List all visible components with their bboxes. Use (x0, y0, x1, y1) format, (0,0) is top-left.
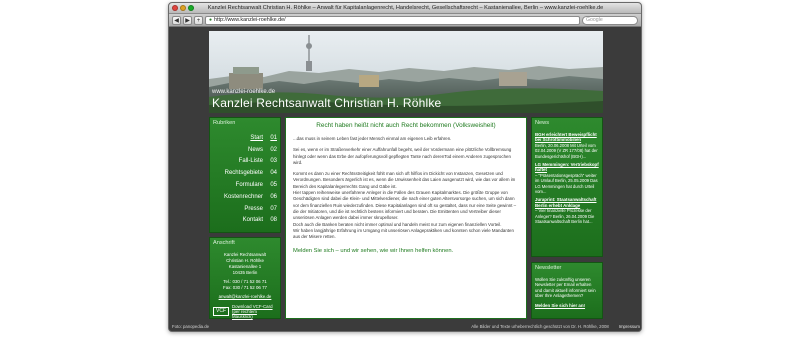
browser-window: Kanzlei Rechtsanwalt Christian H. Röhlke… (168, 2, 642, 332)
banner-site-url: www.kanzlei-roehlke.de (212, 89, 276, 95)
nav-item-news[interactable]: News 02 (213, 144, 277, 156)
news-item-title[interactable]: Juraprint: Staatsanwaltschaft Berlin erh… (535, 197, 599, 208)
nav-number: 01 (270, 134, 277, 141)
newsletter-heading: Newsletter (535, 265, 562, 271)
news-item-text: – Vier finanzielle Prozesse der Anleger?… (535, 208, 595, 225)
copyright-text: Alle Bilder und Texte urheberrechtlich g… (471, 324, 609, 329)
window-controls (172, 5, 194, 11)
nav-number: 08 (270, 217, 277, 224)
news-item-title[interactable]: LG Memmingen: Vertriebskopf haftet (535, 162, 599, 173)
minimize-window-icon[interactable] (180, 5, 186, 11)
window-title: Kanzlei Rechtsanwalt Christian H. Röhlke… (207, 5, 604, 11)
nav-heading: Rubriken (213, 120, 236, 126)
news-item-text: Berlin, 20.06.2008 Mit Urteil vom 02.04.… (535, 142, 598, 159)
search-placeholder: Google (586, 17, 603, 23)
nav-label: Presse (244, 205, 263, 212)
site-title: Kanzlei Rechtsanwalt Christian H. Röhlke (212, 96, 442, 110)
title-bar: Kanzlei Rechtsanwalt Christian H. Röhlke… (169, 3, 641, 14)
nav-label: Fall-Liste (238, 158, 263, 165)
content-paragraph: Wir haben langjährige Erfahrung im Umgan… (293, 227, 514, 240)
nav-label: Kostenrechner (223, 193, 263, 200)
call-to-action-text: Melden Sie sich – und wir sehen, wie wir… (293, 248, 454, 255)
search-input[interactable]: Google (582, 15, 638, 25)
impressum-link[interactable]: Impressum (619, 324, 640, 329)
content-paragraph: Doch auch die Banken beraten nicht immer… (293, 221, 502, 227)
nav-item-kontakt[interactable]: Kontakt 08 (213, 215, 277, 227)
news-heading: News (535, 120, 549, 126)
news-item-text: – "Präsentationsgespräch" weiter im Umla… (535, 172, 598, 195)
page-viewport: www.kanzlei-roehlke.de Kanzlei Rechtsanw… (169, 27, 641, 331)
newsletter-signup-link[interactable]: Melden Sie sich hier an! (535, 303, 599, 308)
email-link[interactable]: anwalt@kanzlei-roehlke.de (213, 294, 277, 300)
browser-toolbar: ◀ ▶ + ● http://www.kanzlei-roehlke.de/ G… (169, 14, 641, 27)
nav-item-formulare[interactable]: Formulare 05 (213, 179, 277, 191)
forward-button[interactable]: ▶ (183, 15, 192, 25)
close-window-icon[interactable] (172, 5, 178, 11)
back-button[interactable]: ◀ (172, 15, 181, 25)
content-paragraph: Hier tappen reihenweise unerfahrene Anle… (293, 190, 517, 221)
nav-box: Rubriken Start 01 News 02 Fall-Liste 03 … (209, 117, 281, 233)
header-banner: www.kanzlei-roehlke.de Kanzlei Rechtsanw… (209, 31, 603, 113)
url-text: http://www.kanzlei-roehlke.de/ (214, 17, 286, 23)
address-bar[interactable]: ● http://www.kanzlei-roehlke.de/ (205, 15, 580, 25)
nav-number: 02 (270, 146, 277, 153)
nav-number: 05 (270, 182, 277, 189)
nav-number: 04 (270, 170, 277, 177)
nav-label: Formulare (235, 182, 263, 189)
site-favicon-icon: ● (209, 17, 213, 23)
main-content: Recht haben heißt nicht auch Recht bekom… (285, 117, 527, 319)
nav-number: 06 (270, 193, 277, 200)
nav-label: Kontakt (242, 217, 263, 224)
nav-item-start[interactable]: Start 01 (213, 132, 277, 144)
page-footer: Foto: panopedia.de Alle Bilder und Texte… (169, 322, 641, 331)
vcard-icon: VCF (213, 307, 229, 317)
news-box: News BGH erleichtert Beweispflicht bei S… (531, 117, 603, 257)
right-sidebar: News BGH erleichtert Beweispflicht bei S… (531, 117, 603, 319)
nav-number: 03 (270, 158, 277, 165)
news-item-title[interactable]: BGH erleichtert Beweispflicht bei Schrot… (535, 132, 599, 143)
newsletter-text: Wollen Sie zukünftig unseren Newsletter … (535, 277, 596, 299)
nav-item-kostenrechner[interactable]: Kostenrechner 06 (213, 191, 277, 203)
content-paragraph: Sei es, wenn er im Straßenverkehr einer … (293, 147, 512, 165)
photo-credit: Foto: panopedia.de (172, 324, 210, 329)
nav-item-rechtsgebiete[interactable]: Rechtsgebiete 04 (213, 167, 277, 179)
nav-number: 07 (270, 205, 277, 212)
content-paragraph: Kommt es dann zu einer Rechtsstreitigkei… (293, 171, 516, 189)
nav-label: Start (250, 134, 263, 141)
nav-label: Rechtsgebiete (224, 170, 263, 177)
content-heading: Recht haben heißt nicht auch Recht bekom… (316, 122, 496, 129)
address-box: Anschrift Kanzlei Rechtsanwalt Christian… (209, 237, 281, 319)
nav-label: News (247, 146, 263, 153)
nav-item-presse[interactable]: Presse 07 (213, 203, 277, 215)
add-bookmark-button[interactable]: + (194, 15, 203, 25)
left-sidebar: Rubriken Start 01 News 02 Fall-Liste 03 … (209, 117, 281, 319)
vcf-download-hint: (per rechtem Mausklick) (232, 309, 257, 320)
vcf-download[interactable]: VCF Download VCF-Card (per rechtem Mausk… (213, 304, 277, 320)
newsletter-box: Newsletter Wollen Sie zukünftig unseren … (531, 262, 603, 319)
address-heading: Anschrift (213, 240, 235, 246)
nav-item-fall-liste[interactable]: Fall-Liste 03 (213, 156, 277, 168)
